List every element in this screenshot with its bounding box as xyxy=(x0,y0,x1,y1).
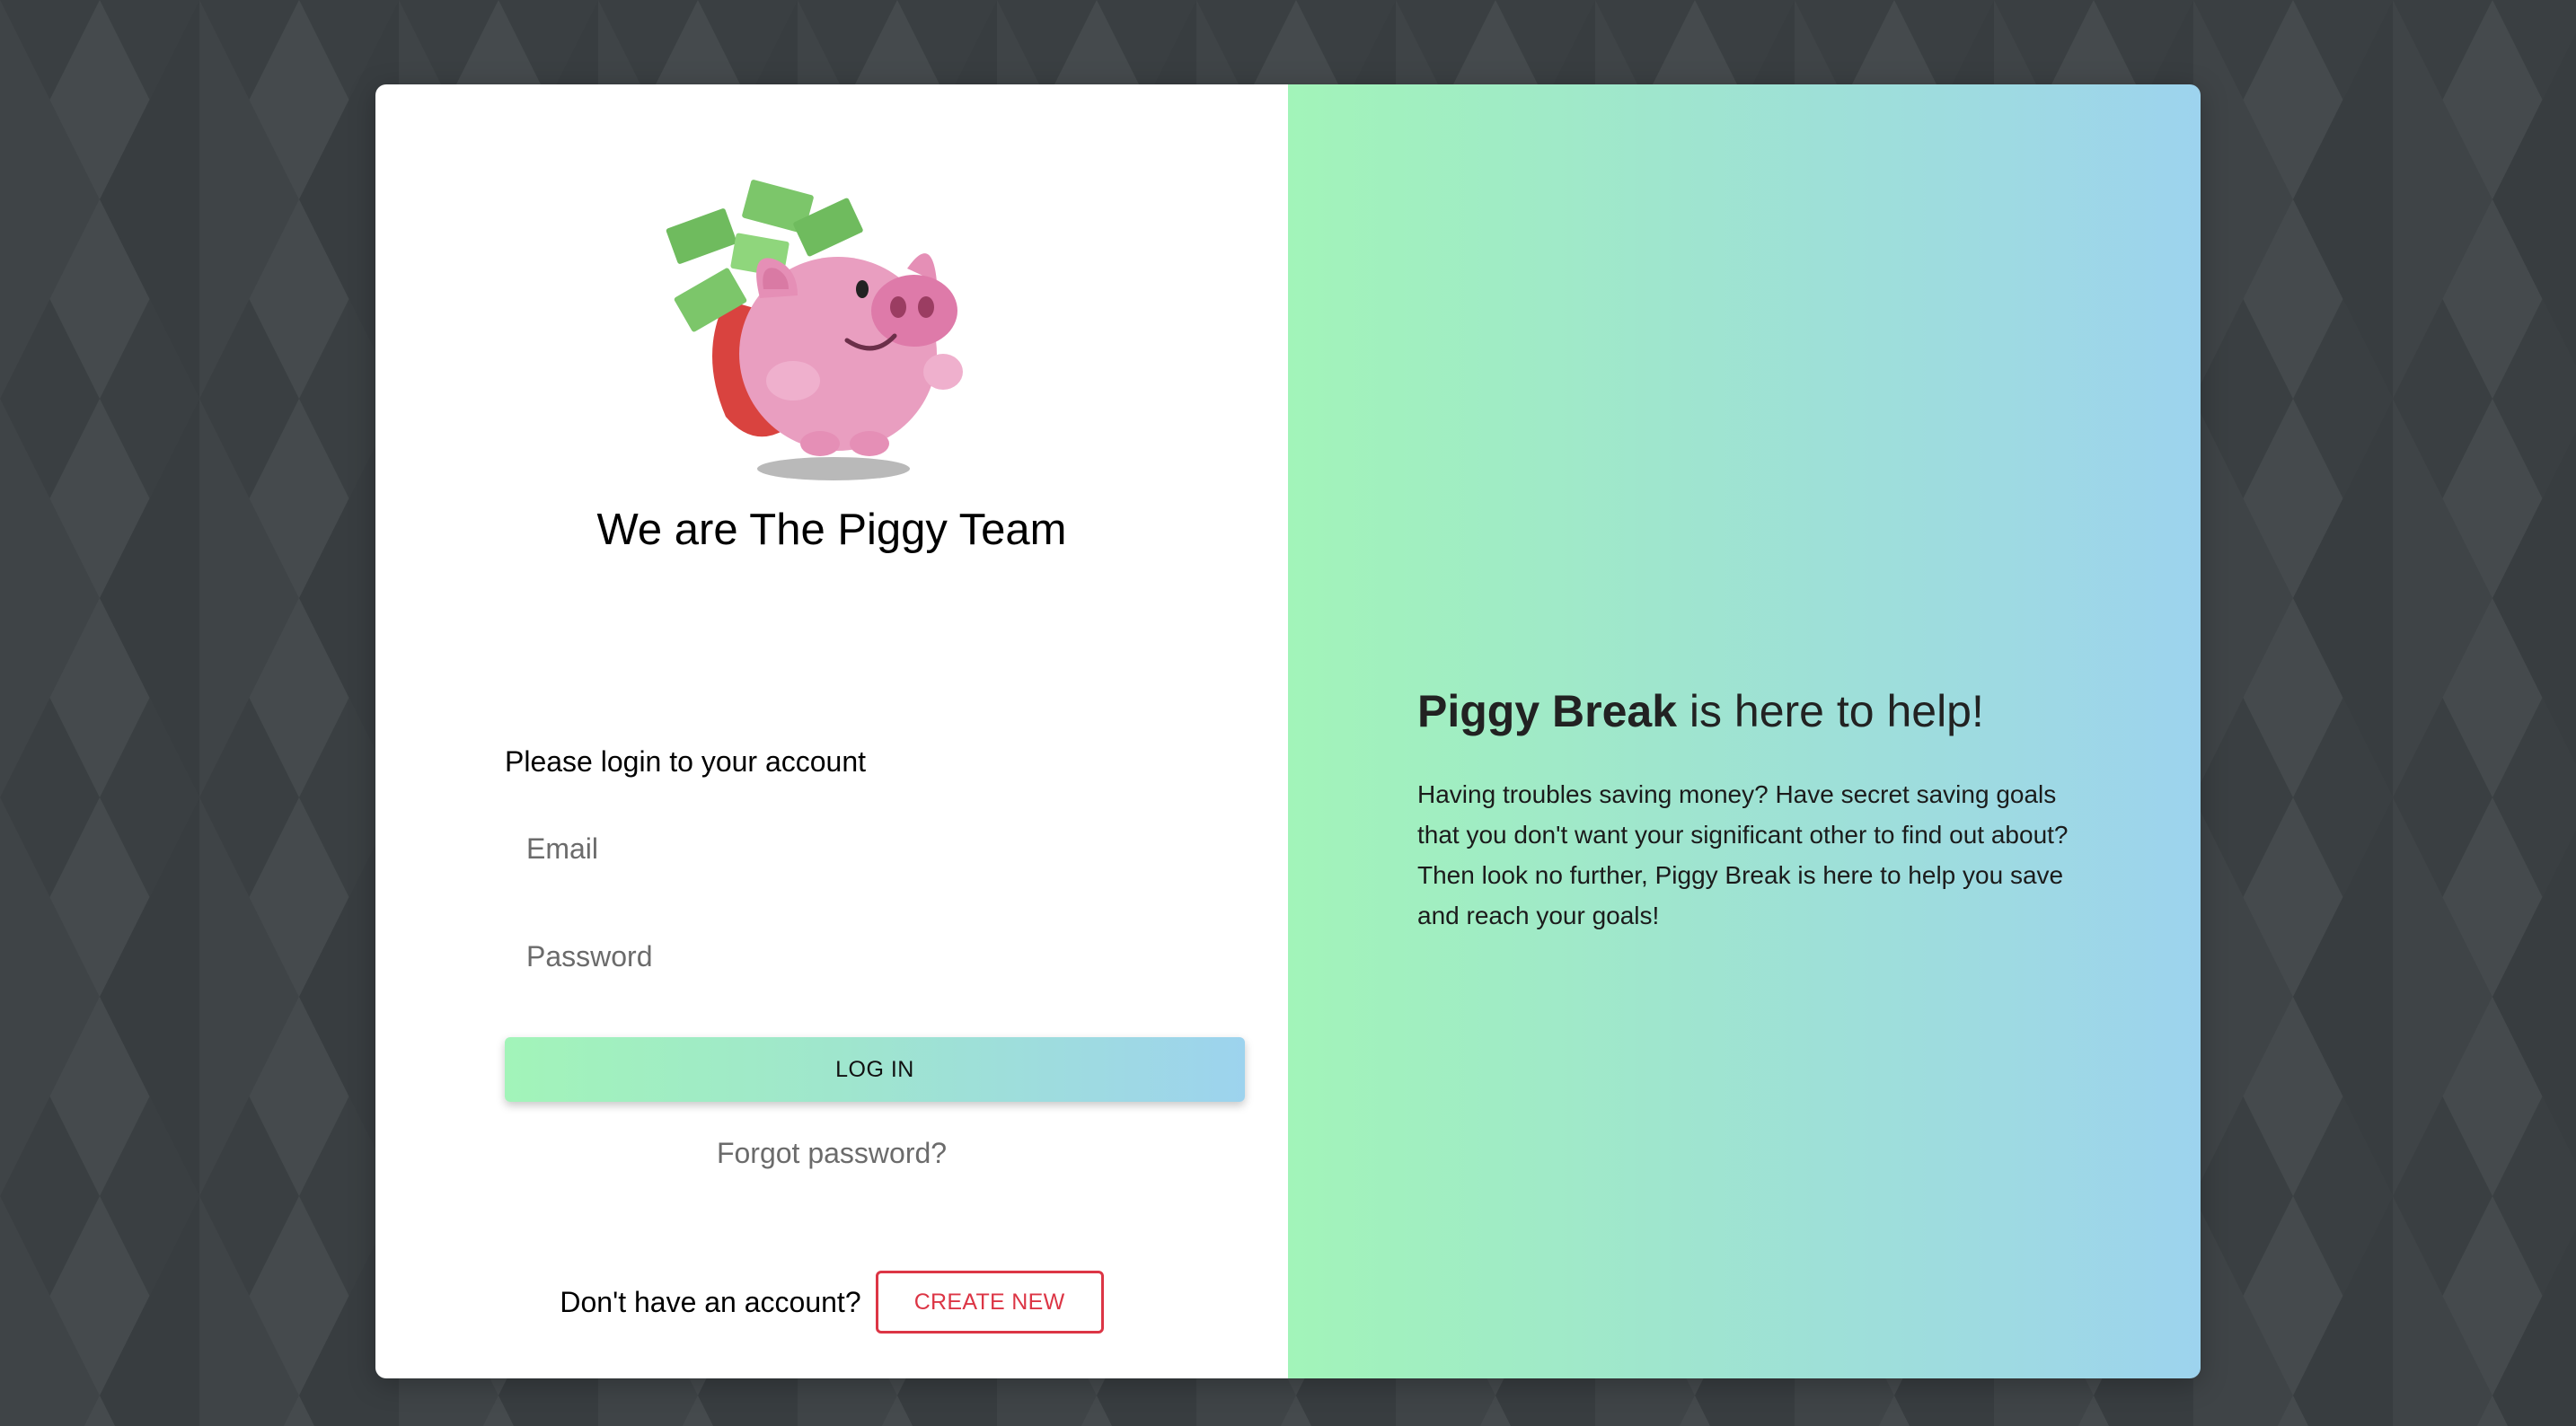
headline-tagline: is here to help! xyxy=(1677,686,1984,736)
signup-row: Don't have an account? CREATE NEW xyxy=(375,1271,1288,1334)
password-field[interactable] xyxy=(505,920,1245,992)
login-button[interactable]: LOG IN xyxy=(505,1037,1245,1102)
create-account-button[interactable]: CREATE NEW xyxy=(875,1271,1104,1334)
info-content: Piggy Break is here to help! Having trou… xyxy=(1417,684,2082,936)
brand-name: Piggy Break xyxy=(1417,686,1678,736)
login-prompt: Please login to your account xyxy=(505,745,867,778)
forgot-password-link[interactable]: Forgot password? xyxy=(375,1137,1288,1170)
email-field[interactable] xyxy=(505,813,1245,885)
info-headline: Piggy Break is here to help! xyxy=(1417,684,2082,738)
piggy-bank-logo-icon xyxy=(666,180,963,480)
info-panel: Piggy Break is here to help! Having trou… xyxy=(1288,84,2201,1378)
signup-text: Don't have an account? xyxy=(560,1285,861,1318)
team-title: We are The Piggy Team xyxy=(596,506,1067,554)
login-panel: We are The Piggy Team Please login to yo… xyxy=(375,84,1288,1378)
login-card: We are The Piggy Team Please login to yo… xyxy=(375,84,2201,1378)
info-description: Having troubles saving money? Have secre… xyxy=(1417,780,2069,929)
